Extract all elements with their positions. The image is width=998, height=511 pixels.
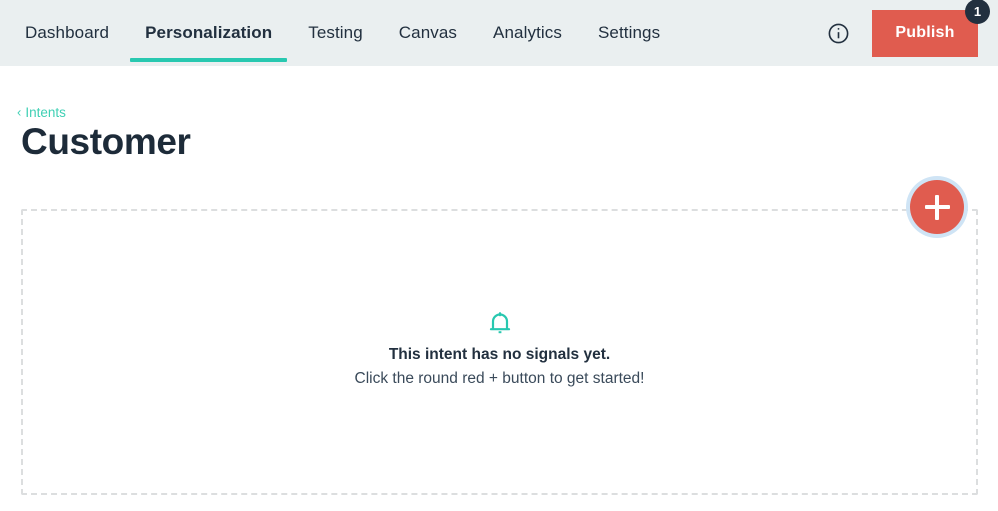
plus-icon-horizontal — [924, 205, 950, 209]
nav-item-label: Dashboard — [25, 23, 110, 42]
primary-navigation: Dashboard Personalization Testing Canvas… — [0, 0, 678, 66]
nav-item-personalization[interactable]: Personalization — [127, 0, 290, 66]
nav-item-label: Analytics — [493, 23, 562, 42]
empty-state-title: This intent has no signals yet. — [388, 345, 611, 363]
empty-state-subtitle: Click the round red + button to get star… — [354, 369, 645, 387]
nav-item-analytics[interactable]: Analytics — [475, 0, 580, 66]
nav-item-dashboard[interactable]: Dashboard — [22, 0, 127, 66]
nav-item-label: Testing — [308, 23, 363, 42]
nav-item-label: Canvas — [398, 23, 458, 42]
signals-empty-panel: This intent has no signals yet. Click th… — [21, 209, 978, 495]
breadcrumb-label: Intents — [25, 105, 66, 120]
page-body: ‹ Intents Customer This intent has no si… — [0, 66, 998, 511]
publish-button-wrapper: Publish 1 — [872, 0, 990, 57]
app-header: Dashboard Personalization Testing Canvas… — [0, 0, 998, 66]
nav-item-label: Personalization — [145, 23, 273, 42]
nav-item-label: Settings — [597, 23, 661, 42]
header-actions: Publish 1 — [821, 0, 998, 66]
empty-state-content: This intent has no signals yet. Click th… — [354, 311, 645, 390]
publish-button-label: Publish — [895, 24, 955, 41]
publish-badge-count: 1 — [965, 0, 990, 24]
breadcrumb-back-to-intents[interactable]: ‹ Intents — [17, 105, 66, 120]
add-signal-fab[interactable] — [910, 180, 964, 234]
publish-button[interactable]: Publish — [872, 9, 978, 57]
bell-icon — [489, 311, 510, 333]
nav-item-testing[interactable]: Testing — [290, 0, 381, 66]
nav-item-settings[interactable]: Settings — [580, 0, 678, 66]
nav-item-canvas[interactable]: Canvas — [381, 0, 475, 66]
chevron-left-icon: ‹ — [17, 104, 22, 120]
page-title: Customer — [21, 121, 191, 162]
info-circle-icon[interactable] — [821, 16, 855, 50]
